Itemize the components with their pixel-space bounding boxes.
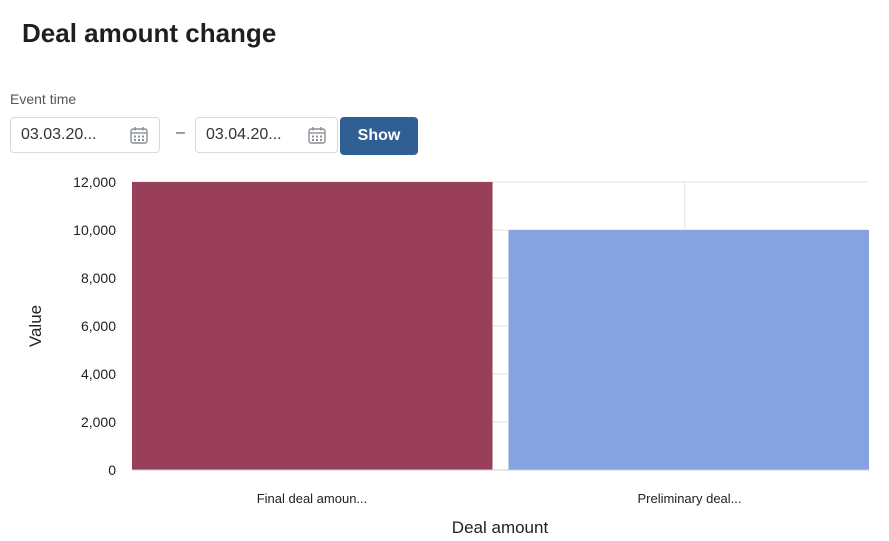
x-axis-title: Deal amount — [452, 518, 549, 537]
x-tick-label: Preliminary deal... — [637, 491, 741, 506]
y-tick-label: 0 — [108, 462, 116, 478]
y-axis-title: Value — [26, 305, 45, 347]
y-tick-label: 2,000 — [81, 414, 116, 430]
y-tick-label: 12,000 — [73, 174, 116, 190]
y-tick-label: 8,000 — [81, 270, 116, 286]
y-tick-label: 4,000 — [81, 366, 116, 382]
y-tick-label: 10,000 — [73, 222, 116, 238]
bar — [508, 230, 869, 470]
bar — [132, 182, 493, 470]
bar-chart: 0 2,000 4,000 6,000 8,000 10,000 12,000 Final d… — [26, 174, 869, 537]
x-tick-label: Final deal amoun... — [257, 491, 368, 506]
y-tick-label: 6,000 — [81, 318, 116, 334]
